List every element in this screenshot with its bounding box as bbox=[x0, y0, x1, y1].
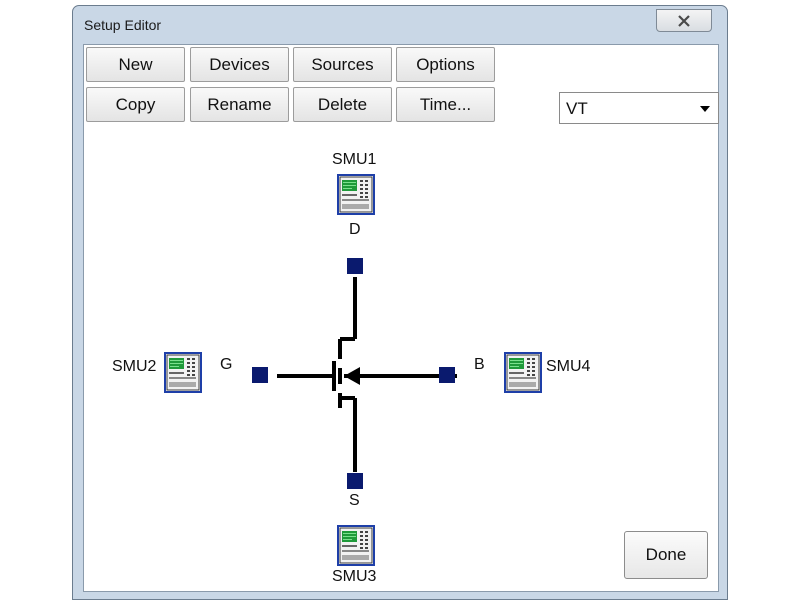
smu2-icon[interactable] bbox=[164, 352, 202, 393]
sources-button[interactable]: Sources bbox=[293, 47, 392, 82]
smu3-icon[interactable] bbox=[337, 525, 375, 566]
drain-terminal[interactable] bbox=[347, 258, 363, 274]
time-button[interactable]: Time... bbox=[396, 87, 495, 122]
test-type-value: VT bbox=[566, 99, 588, 118]
source-label: S bbox=[349, 492, 360, 509]
smu2-label: SMU2 bbox=[112, 358, 157, 375]
smu1-icon[interactable] bbox=[337, 174, 375, 215]
smu3-label: SMU3 bbox=[332, 568, 377, 585]
setup-editor-window: Setup Editor New Devices Sources Options… bbox=[72, 5, 728, 600]
smu4-icon[interactable] bbox=[504, 352, 542, 393]
bulk-terminal[interactable] bbox=[439, 367, 455, 383]
smu-instrument-icon bbox=[339, 176, 373, 213]
gate-label: G bbox=[220, 356, 233, 373]
smu4-label: SMU4 bbox=[546, 358, 591, 375]
drain-label: D bbox=[349, 221, 361, 238]
test-type-select[interactable]: VT bbox=[559, 92, 719, 124]
done-button[interactable]: Done bbox=[624, 531, 708, 579]
copy-button[interactable]: Copy bbox=[86, 87, 185, 122]
new-button[interactable]: New bbox=[86, 47, 185, 82]
bulk-label: B bbox=[474, 356, 485, 373]
smu-instrument-icon bbox=[339, 527, 373, 564]
close-icon bbox=[678, 14, 690, 27]
title-bar: Setup Editor bbox=[73, 6, 727, 44]
smu1-label: SMU1 bbox=[332, 151, 377, 168]
editor-client-area: New Devices Sources Options Copy Rename … bbox=[83, 44, 719, 592]
delete-button[interactable]: Delete bbox=[293, 87, 392, 122]
rename-button[interactable]: Rename bbox=[190, 87, 289, 122]
close-button[interactable] bbox=[656, 9, 712, 32]
source-terminal[interactable] bbox=[347, 473, 363, 489]
options-button[interactable]: Options bbox=[396, 47, 495, 82]
smu-instrument-icon bbox=[506, 354, 540, 391]
devices-button[interactable]: Devices bbox=[190, 47, 289, 82]
chevron-down-icon bbox=[700, 106, 710, 112]
window-title: Setup Editor bbox=[84, 17, 162, 33]
smu-instrument-icon bbox=[166, 354, 200, 391]
gate-terminal[interactable] bbox=[252, 367, 268, 383]
mosfet-symbol-icon bbox=[277, 277, 457, 472]
